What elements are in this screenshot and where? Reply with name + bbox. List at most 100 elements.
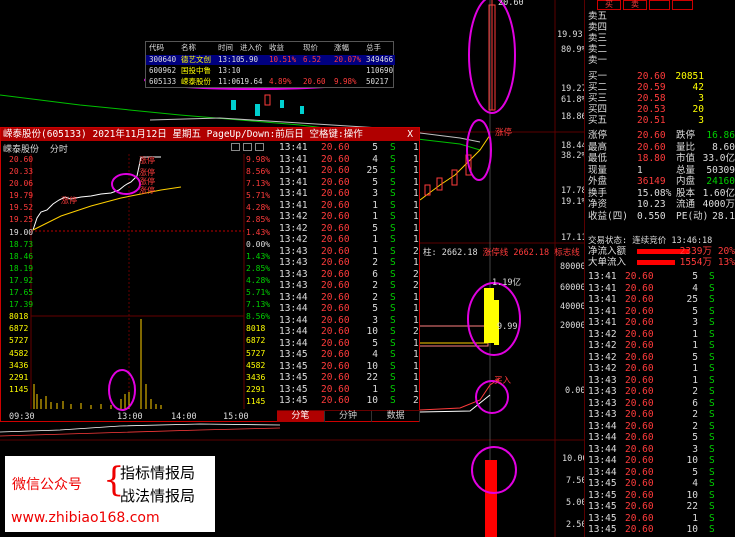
- cell: S: [390, 268, 396, 280]
- cell: S: [709, 432, 715, 443]
- stat-label: 流通: [676, 199, 696, 210]
- tab-blank[interactable]: [671, 0, 693, 10]
- bid-price: 20.58: [637, 93, 666, 104]
- stat-value: 36149: [637, 176, 666, 187]
- cell: 20.60: [625, 512, 654, 524]
- cell: S: [709, 328, 715, 340]
- cell: 20.60: [321, 314, 350, 326]
- cell: 20.60: [321, 211, 350, 222]
- cell: 20.60: [321, 383, 350, 395]
- cell: 20.60: [321, 291, 350, 303]
- tick-label: 2.85%: [246, 263, 271, 273]
- cell: S: [709, 455, 715, 466]
- table-row[interactable]: 605133 嵘泰股份 11:06 19.64 4.89% 20.60 9.98…: [146, 77, 395, 87]
- table-row[interactable]: 600962 国投中鲁 13:10 110690: [146, 66, 395, 76]
- cell: S: [390, 360, 396, 372]
- time-label: 09:30: [9, 412, 35, 422]
- tick-label: 7.13%: [246, 179, 271, 189]
- cell: 13:44: [588, 455, 617, 466]
- cell: 1: [413, 337, 419, 349]
- col-code: 代码: [149, 43, 164, 52]
- toolbar-icon[interactable]: [231, 143, 240, 151]
- cell: 4: [372, 349, 378, 360]
- cell: 1: [413, 222, 419, 234]
- tab-sell[interactable]: 卖: [623, 0, 647, 10]
- tick-label: 4582: [9, 348, 29, 358]
- popup-title-bar[interactable]: 嵘泰股份(605133) 2021年11月12日 星期五 PageUp/Down…: [1, 128, 419, 141]
- cell: S: [709, 271, 715, 282]
- cell: 20.60: [321, 188, 350, 199]
- tab-data[interactable]: 数据: [372, 411, 421, 422]
- limit-up-label: 涨停: [495, 128, 513, 138]
- tab-minutes[interactable]: 分钟: [325, 411, 373, 422]
- col-profit: 收益: [269, 43, 284, 52]
- cell: 25: [366, 165, 378, 176]
- popup-toolbar: [231, 143, 264, 151]
- tab-ticks[interactable]: 分笔: [277, 411, 325, 422]
- cell: 13:10: [218, 55, 241, 64]
- cell: 1: [692, 328, 698, 340]
- tick-label: 5.71%: [246, 288, 271, 298]
- tick-label: 20.60: [9, 155, 34, 164]
- cell: 1: [413, 291, 419, 303]
- cell: 349466: [366, 55, 394, 64]
- cell: 20.60: [625, 386, 654, 397]
- tick-label: 2291: [9, 372, 29, 382]
- quote-panel: 买 卖 卖五 卖四 卖三 卖二 卖一 买一 20.60 20851 买二 20.59 42 买三 20…: [584, 0, 735, 537]
- cell: 4.89%: [269, 77, 292, 86]
- close-button[interactable]: X: [407, 128, 413, 141]
- cell: 20.60: [625, 363, 654, 374]
- vol-axis: 0.00: [565, 386, 586, 396]
- cell: 20.60: [321, 372, 350, 383]
- cell: 1: [413, 188, 419, 199]
- table-row[interactable]: 300640 德艺文创 13:10 5.90 10.51% 6.52 20.07…: [146, 55, 395, 65]
- tab-buy[interactable]: 买: [597, 0, 621, 10]
- bid-qty: 3: [698, 93, 704, 104]
- bid-price: 20.51: [637, 115, 666, 126]
- cell: S: [709, 340, 715, 351]
- cell: 20.60: [321, 245, 350, 257]
- cell: 6: [372, 268, 378, 280]
- cell: 1: [692, 374, 698, 386]
- bid-label: 买四: [588, 104, 608, 115]
- tab-blank[interactable]: [649, 0, 670, 10]
- cell: 20.60: [625, 317, 654, 328]
- cell: 20.60: [625, 294, 654, 305]
- cell: S: [390, 234, 396, 245]
- bid-qty: 42: [692, 82, 704, 93]
- cell: 1: [413, 199, 419, 211]
- tick-label: 8.56%: [246, 167, 271, 177]
- flow-value: 1554万: [679, 257, 712, 268]
- axis-label: 18.86: [561, 112, 587, 122]
- tick-trades-list[interactable]: 13:41 20.60 5 S 1 13:41 20.60 4 S 1 13:41 20.60 25 S 1…: [277, 142, 420, 409]
- cell: 20.60: [321, 142, 350, 153]
- col-price: 现价: [303, 43, 318, 52]
- cell: 20.60: [625, 478, 654, 489]
- cell: 10: [366, 395, 378, 406]
- bid-label: 买二: [588, 82, 608, 93]
- buy-label: 买入: [494, 376, 512, 386]
- toolbar-icon[interactable]: [255, 143, 264, 151]
- toolbar-icon[interactable]: [243, 143, 252, 151]
- cell: 13:42: [279, 234, 308, 245]
- cell: 13:43: [279, 245, 308, 257]
- cell: 5: [372, 176, 378, 188]
- cell: 20.60: [321, 176, 350, 188]
- cell: 50217: [366, 77, 389, 86]
- cell: 5: [692, 271, 698, 282]
- price-axis-left: 20.60 20.33 20.06 19.79 19.52 19.25 19.0…: [9, 154, 33, 396]
- stat-value: 18.80: [637, 153, 666, 164]
- cell: 13:44: [588, 420, 617, 432]
- tick-label: 2.85%: [246, 215, 271, 225]
- cell: S: [709, 501, 715, 512]
- cell: 1: [413, 303, 419, 314]
- cell: 1: [413, 349, 419, 360]
- cell: 1: [413, 211, 419, 222]
- tick-label: 2291: [246, 384, 266, 394]
- vol-axis: 80000: [560, 262, 586, 272]
- cell: S: [709, 524, 715, 535]
- tick-label: 4.28%: [246, 275, 271, 285]
- cell: S: [709, 351, 715, 363]
- cell: 4: [372, 153, 378, 165]
- cell: 13:44: [279, 326, 308, 337]
